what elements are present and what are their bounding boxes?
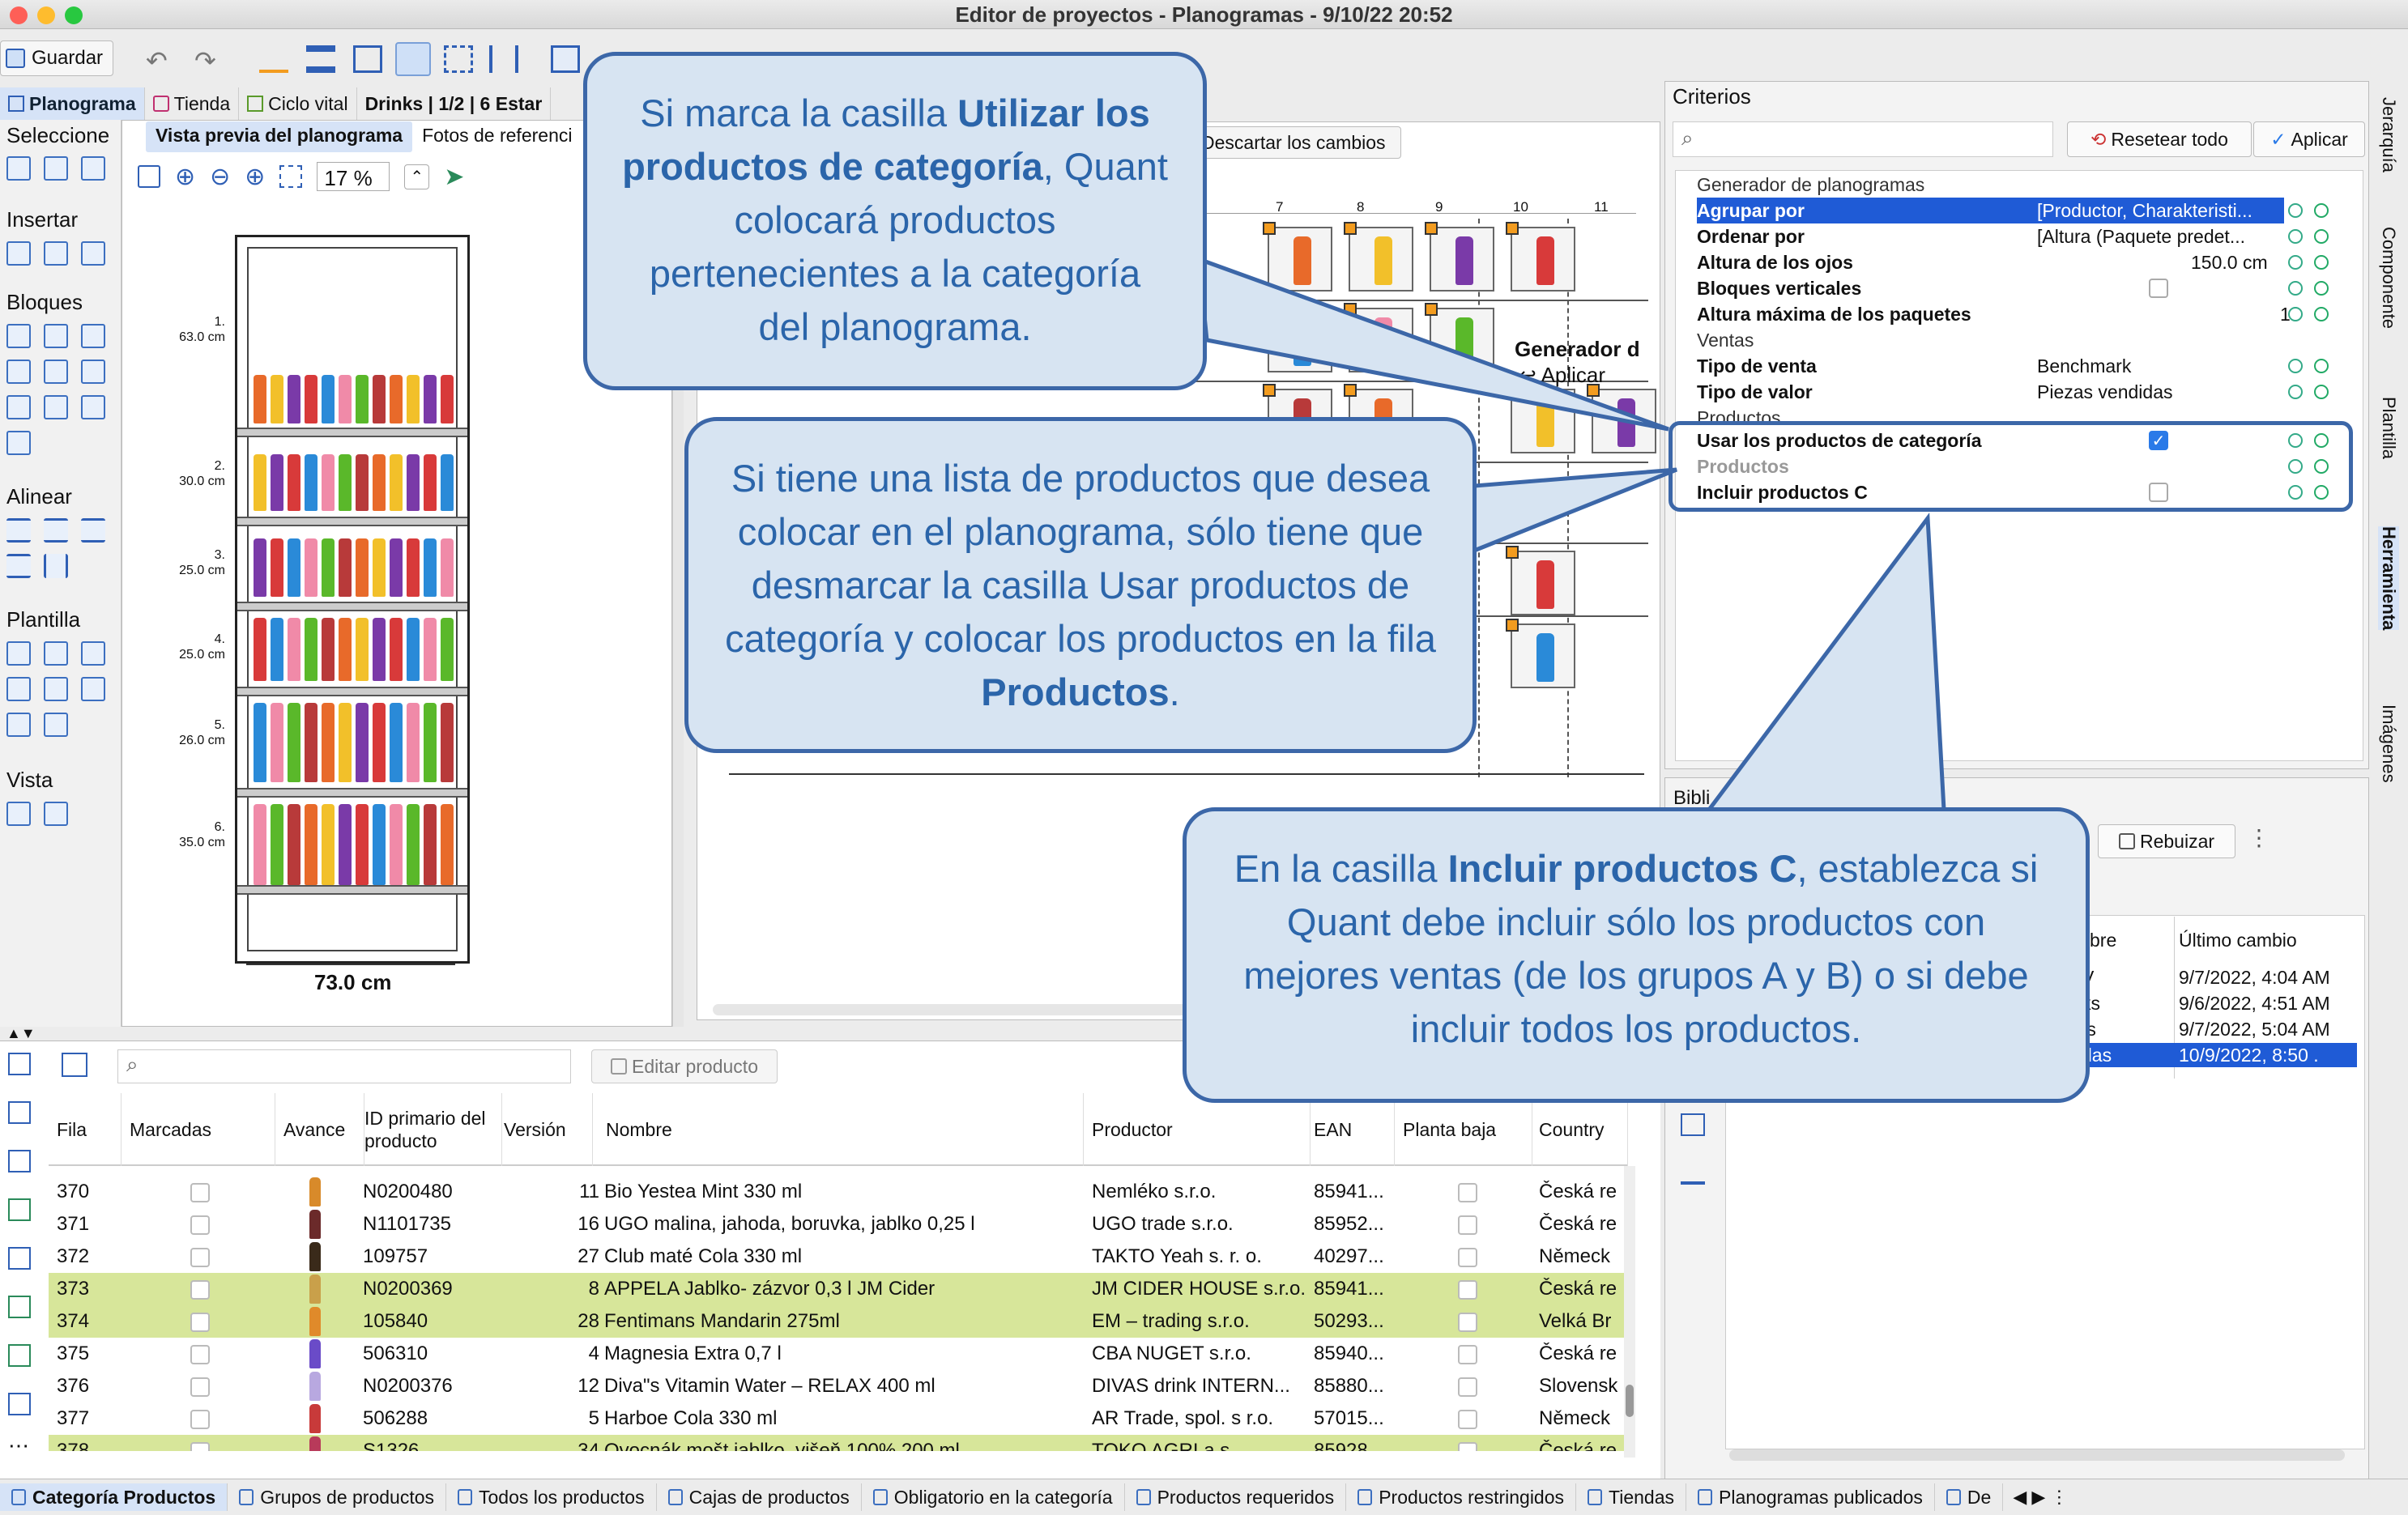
callout-text: .	[1169, 670, 1180, 713]
callout-text: Si tiene una lista de productos que dese…	[725, 457, 1436, 660]
callout-text: En la casilla	[1234, 847, 1448, 890]
callout-1-pointer	[1196, 256, 1669, 432]
callout-2-pointer	[1472, 467, 1677, 554]
callout-include-c: En la casilla Incluir productos C, estab…	[1183, 807, 2090, 1103]
callout-text: Si marca la casilla	[640, 91, 958, 134]
callout-use-category: Si marca la casilla Utilizar los product…	[583, 52, 1207, 390]
callout-3-pointer	[1705, 513, 1946, 812]
callout-product-list: Si tiene una lista de productos que dese…	[684, 417, 1477, 753]
callout-bold-text: Incluir productos C	[1447, 847, 1797, 890]
callout-bold-text: Productos	[981, 670, 1170, 713]
